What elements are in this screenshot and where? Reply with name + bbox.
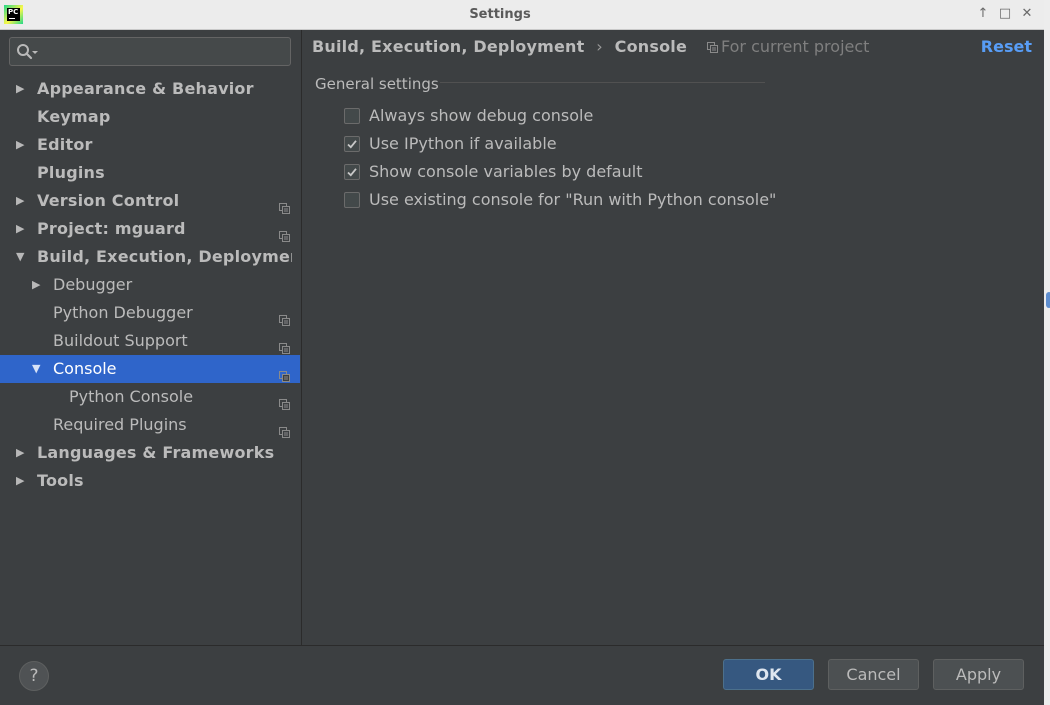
group-divider bbox=[440, 82, 765, 83]
reset-link[interactable]: Reset bbox=[981, 37, 1032, 57]
tree-item-label: Tools bbox=[37, 471, 84, 490]
collapsed-arrow-icon[interactable]: ▶ bbox=[16, 439, 28, 467]
help-button[interactable]: ? bbox=[19, 661, 49, 691]
tree-item[interactable]: Required Plugins bbox=[0, 411, 300, 439]
collapsed-arrow-icon[interactable]: ▶ bbox=[16, 131, 28, 159]
collapsed-arrow-icon[interactable]: ▶ bbox=[16, 187, 28, 215]
option-label: Always show debug console bbox=[369, 106, 594, 125]
tree-item[interactable]: ▶ Project: mguard bbox=[0, 215, 300, 243]
breadcrumb-parent: Build, Execution, Deployment bbox=[312, 37, 585, 56]
dialog-footer: ? OK Cancel Apply bbox=[0, 645, 1044, 705]
collapsed-arrow-icon[interactable]: ▶ bbox=[16, 75, 28, 103]
ok-button[interactable]: OK bbox=[723, 659, 814, 690]
search-icon[interactable] bbox=[16, 43, 42, 61]
maximize-icon[interactable]: □ bbox=[997, 6, 1013, 22]
tree-item[interactable]: ▶ Debugger bbox=[0, 271, 300, 299]
tree-item-label: Debugger bbox=[53, 275, 133, 294]
project-scope-icon bbox=[279, 363, 290, 382]
checkbox-checked[interactable] bbox=[344, 164, 360, 180]
tree-item-label: Build, Execution, Deployment bbox=[37, 247, 292, 266]
checkbox-unchecked[interactable] bbox=[344, 192, 360, 208]
window-title: Settings bbox=[469, 7, 531, 22]
project-scope-icon bbox=[279, 307, 290, 326]
tree-item[interactable]: Python Debugger bbox=[0, 299, 300, 327]
tree-item-label: Python Console bbox=[69, 387, 194, 406]
window-edge bbox=[1044, 0, 1050, 705]
settings-tree: ▶ Appearance & Behavior Keymap ▶ Editor Plugi… bbox=[0, 75, 300, 495]
tree-item[interactable]: Buildout Support bbox=[0, 327, 300, 355]
project-scope-icon bbox=[279, 195, 290, 214]
tree-item[interactable]: ▶ Version Control bbox=[0, 187, 300, 215]
expanded-arrow-icon[interactable]: ▼ bbox=[16, 243, 28, 271]
tree-item[interactable]: ▶ Appearance & Behavior bbox=[0, 75, 300, 103]
settings-search[interactable] bbox=[9, 37, 291, 66]
tree-item[interactable]: ▶ Tools bbox=[0, 467, 300, 495]
tree-item[interactable]: Plugins bbox=[0, 159, 300, 187]
checkbox-checked[interactable] bbox=[344, 136, 360, 152]
tree-item-label: Version Control bbox=[37, 191, 180, 210]
tree-item-label: Required Plugins bbox=[53, 415, 187, 434]
tree-item-label: Appearance & Behavior bbox=[37, 79, 254, 98]
tree-item[interactable]: ▼ Console bbox=[0, 355, 300, 383]
project-scope-icon bbox=[279, 419, 290, 438]
tree-item-label: Keymap bbox=[37, 107, 111, 126]
tree-item-label: Project: mguard bbox=[37, 219, 186, 238]
pin-icon[interactable]: ↑ bbox=[975, 6, 991, 22]
collapsed-arrow-icon[interactable]: ▶ bbox=[32, 271, 44, 299]
edge-handle[interactable] bbox=[1046, 292, 1050, 308]
tree-item[interactable]: Python Console bbox=[0, 383, 300, 411]
search-input[interactable] bbox=[42, 41, 286, 63]
settings-sidebar: ▶ Appearance & Behavior Keymap ▶ Editor Plugi… bbox=[0, 30, 302, 645]
checkbox-unchecked[interactable] bbox=[344, 108, 360, 124]
tree-item-label: Editor bbox=[37, 135, 93, 154]
tree-item-label: Buildout Support bbox=[53, 331, 188, 350]
scope-note-text: For current project bbox=[721, 37, 870, 56]
project-scope-icon bbox=[279, 335, 290, 354]
tree-item-label: Console bbox=[53, 359, 117, 378]
breadcrumb: Build, Execution, Deployment › Console bbox=[312, 37, 687, 57]
scope-note: For current project bbox=[707, 37, 869, 57]
breadcrumb-current: Console bbox=[614, 37, 688, 56]
collapsed-arrow-icon[interactable]: ▶ bbox=[16, 215, 28, 243]
project-scope-icon bbox=[279, 391, 290, 410]
option-label: Use IPython if available bbox=[369, 134, 557, 153]
project-scope-icon bbox=[279, 223, 290, 242]
expanded-arrow-icon[interactable]: ▼ bbox=[32, 355, 44, 383]
settings-window: PC Settings ↑ □ ✕ ▶ Appearance & Behavior… bbox=[0, 0, 1045, 705]
breadcrumb-separator: › bbox=[596, 37, 603, 56]
option-label: Use existing console for "Run with Pytho… bbox=[369, 190, 777, 209]
tree-item-label: Plugins bbox=[37, 163, 105, 182]
tree-item[interactable]: Keymap bbox=[0, 103, 300, 131]
tree-item[interactable]: ▼ Build, Execution, Deployment bbox=[0, 243, 300, 271]
tree-item[interactable]: ▶ Editor bbox=[0, 131, 300, 159]
tree-item[interactable]: ▶ Languages & Frameworks bbox=[0, 439, 300, 467]
settings-content: Build, Execution, Deployment › Console F… bbox=[302, 30, 1044, 645]
group-title: General settings bbox=[315, 75, 439, 93]
option-label: Show console variables by default bbox=[369, 162, 643, 181]
project-scope-icon bbox=[707, 42, 718, 53]
tree-item-label: Python Debugger bbox=[53, 303, 193, 322]
apply-button[interactable]: Apply bbox=[933, 659, 1024, 690]
close-icon[interactable]: ✕ bbox=[1019, 6, 1035, 22]
collapsed-arrow-icon[interactable]: ▶ bbox=[16, 467, 28, 495]
title-bar: PC Settings ↑ □ ✕ bbox=[0, 0, 1044, 30]
tree-item-label: Languages & Frameworks bbox=[37, 443, 275, 462]
cancel-button[interactable]: Cancel bbox=[828, 659, 919, 690]
